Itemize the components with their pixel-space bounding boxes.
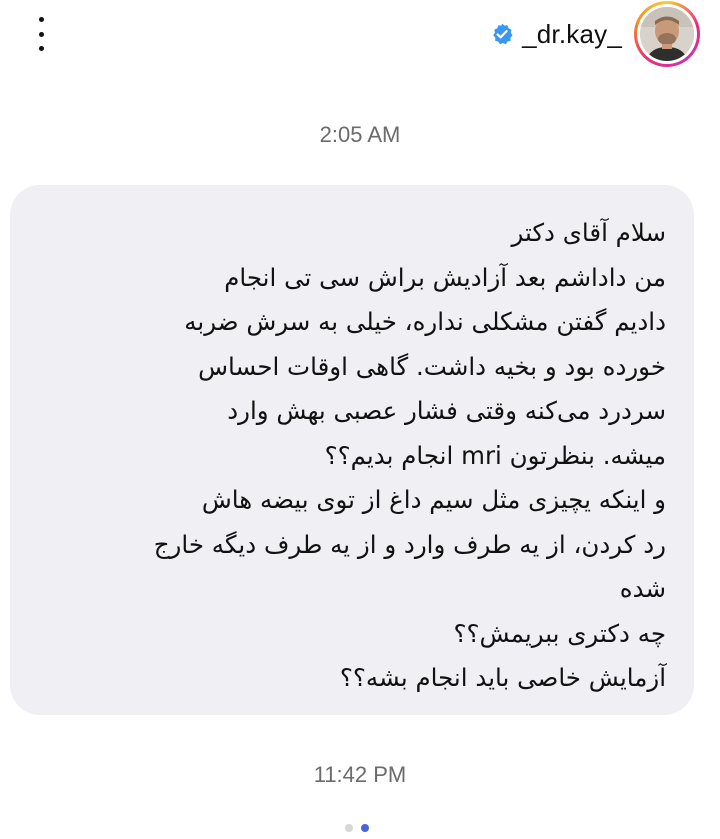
message-line: چه دکتری ببریمش؟؟ (453, 618, 666, 648)
message-line: رد کردن، از یه طرف وارد و از یه طرف دیگه… (153, 529, 666, 559)
message-timestamp: 11:42 PM (313, 762, 407, 787)
message-text: سلام آقای دکتر من داداشم بعد آزادیش براش … (30, 211, 666, 701)
message-line: سردرد می‌کنه وقتی فشار عصبی بهش وارد (227, 396, 666, 425)
more-dot (38, 31, 44, 37)
more-options-button[interactable] (26, 14, 56, 54)
avatar-border (637, 4, 697, 64)
more-dot (38, 46, 44, 51)
dm-thread-screen: _dr.kay_ 2:05 AM سلام آقای دکتر من داداش… (0, 0, 720, 839)
message-line: آزمایش خاصی باید انجام بشه؟؟ (339, 663, 666, 692)
page-dot (361, 824, 369, 832)
message-timestamp: 2:05 AM (319, 122, 401, 147)
received-message-bubble[interactable]: سلام آقای دکتر من داداشم بعد آزادیش براش … (10, 185, 694, 715)
story-ring[interactable] (634, 1, 700, 67)
page-indicator (345, 824, 369, 832)
message-line: دادیم گفتن مشکلی نداره، خیلی به سرش ضربه (184, 307, 666, 336)
username-row: _dr.kay_ (490, 19, 622, 50)
message-line: و اینکه یچیزی مثل سیم داغ از توی بیضه ها… (201, 485, 666, 514)
message-line: شده (619, 574, 666, 603)
chat-header: _dr.kay_ (0, 0, 720, 70)
page-dot (345, 824, 353, 832)
profile-header-link[interactable]: _dr.kay_ (490, 0, 700, 68)
verified-badge-icon (490, 22, 514, 46)
message-line: سلام آقای دکتر (511, 218, 666, 247)
more-vertical-icon (38, 17, 44, 22)
message-line: میشه. بنظرتون mri انجام بدیم؟؟ (324, 440, 666, 470)
message-line: من داداشم بعد آزادیش براش سی تی انجام (224, 262, 666, 292)
username: _dr.kay_ (522, 18, 622, 49)
message-line: خورده بود و بخیه داشت. گاهی اوقات احساس (198, 351, 666, 381)
avatar (640, 7, 694, 61)
